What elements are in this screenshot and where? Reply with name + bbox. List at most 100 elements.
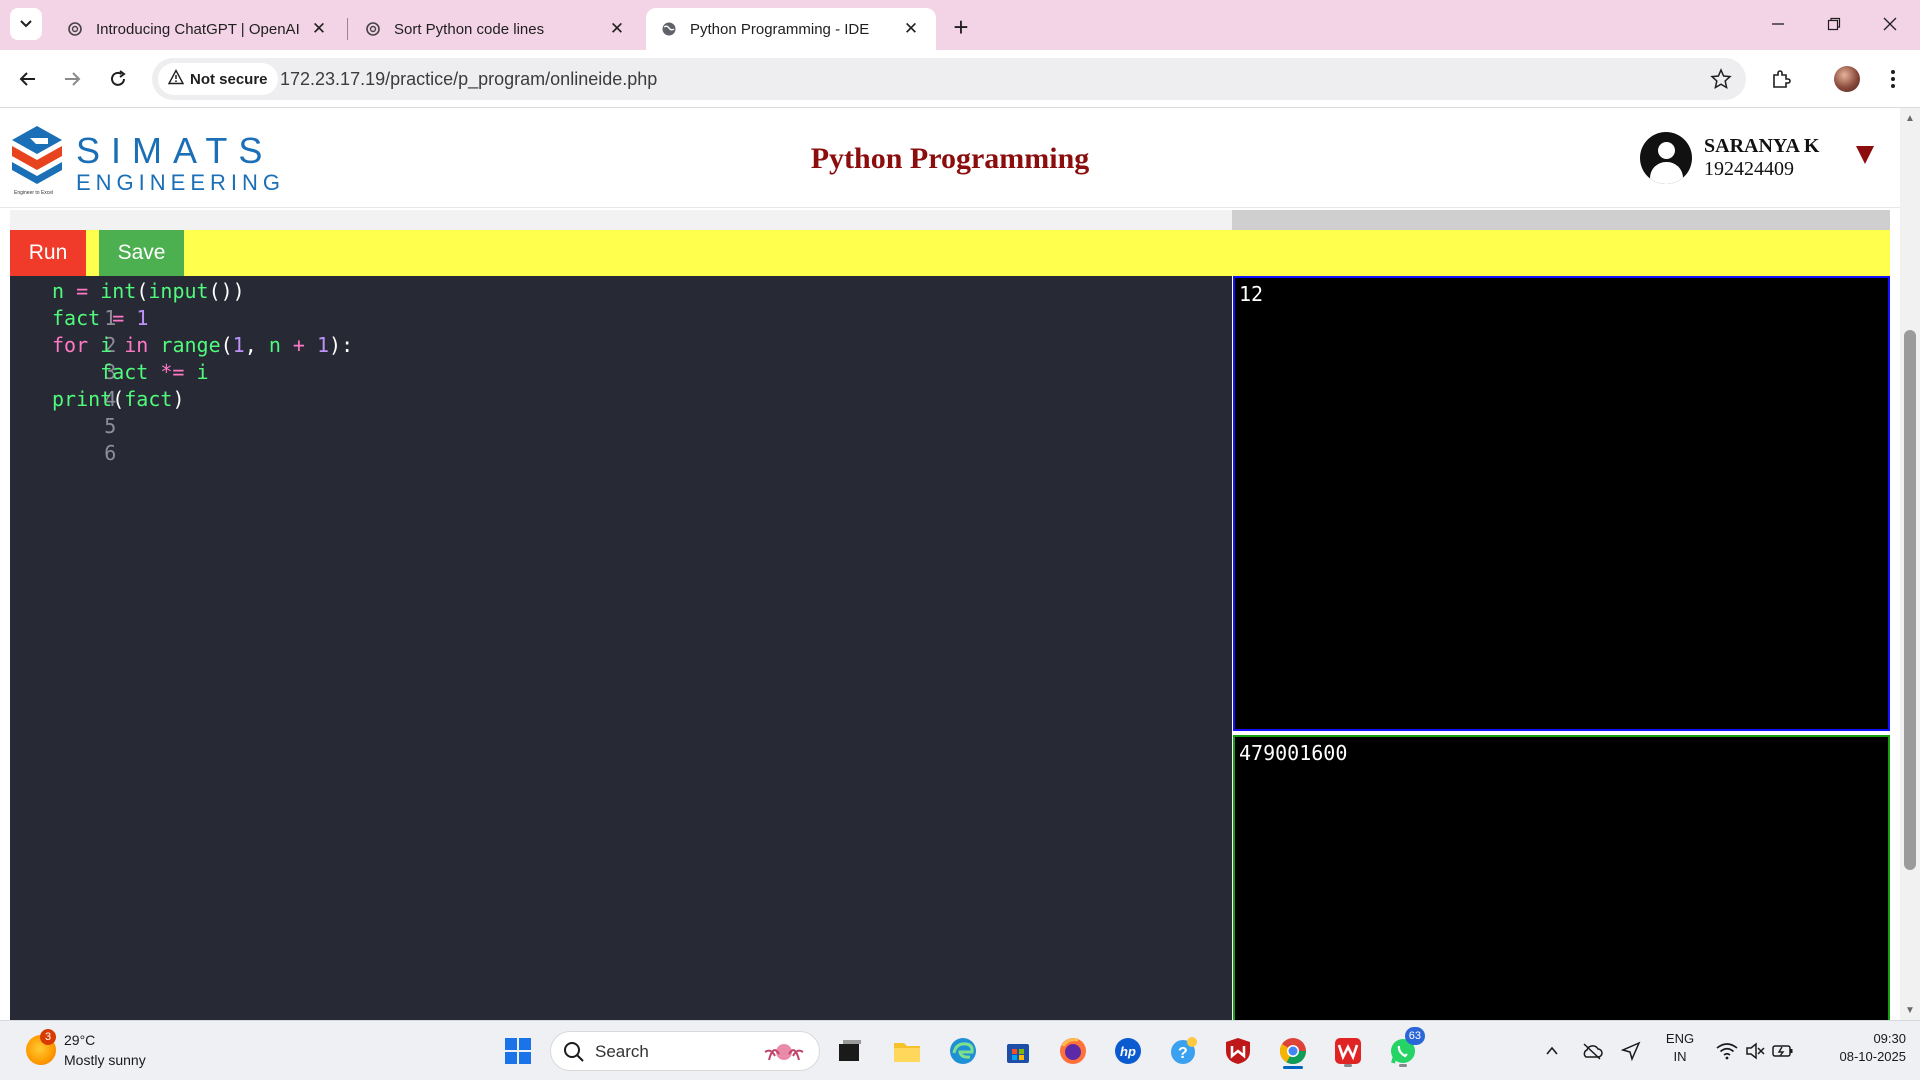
stdout-output-pane[interactable]: 479001600 <box>1233 735 1890 1020</box>
tab-separator <box>347 18 348 40</box>
code-text: for i in range(1, n + 1): <box>52 333 354 357</box>
mcafee-button[interactable] <box>1220 1033 1256 1069</box>
code-line: 3 for i in range(1, n + 1): <box>10 332 353 384</box>
new-tab-button[interactable]: + <box>946 12 976 42</box>
site-header: SIMATS ENGINEERING Engineer to Excel Pyt… <box>0 108 1900 208</box>
onedrive-button[interactable] <box>1577 1033 1607 1069</box>
close-icon[interactable]: ✕ <box>606 18 628 40</box>
user-id: 192424409 <box>1704 158 1794 180</box>
arrow-left-icon <box>19 72 35 86</box>
wps-office-button[interactable] <box>1330 1033 1366 1069</box>
warning-icon <box>167 69 185 89</box>
clock[interactable]: 09:30 08-10-2025 <box>1806 1031 1907 1064</box>
running-app-indicator <box>1344 1064 1352 1067</box>
code-text: n = int(input()) <box>52 279 245 303</box>
tab-python-ide[interactable]: Python Programming - IDE ✕ <box>646 8 936 50</box>
profile-avatar[interactable] <box>1832 64 1862 94</box>
tab-search-button[interactable] <box>10 8 42 40</box>
code-line: 1 n = int(input()) <box>10 278 245 330</box>
show-hidden-icons-button[interactable] <box>1537 1033 1567 1069</box>
firefox-button[interactable] <box>1055 1033 1091 1069</box>
taskbar-search[interactable]: Search <box>550 1031 820 1071</box>
folder-icon <box>894 1043 920 1062</box>
search-highlight-icon <box>764 1044 804 1061</box>
task-view-button[interactable] <box>832 1033 868 1069</box>
file-explorer-button[interactable] <box>889 1033 925 1069</box>
avatar <box>1834 66 1860 92</box>
weather-temperature[interactable]: 29°C <box>64 1032 95 1048</box>
region-code: IN <box>1673 1049 1687 1064</box>
stdin-input-pane[interactable]: 12 <box>1233 276 1890 731</box>
arrow-right-icon <box>65 72 81 86</box>
windows-icon <box>505 1038 531 1064</box>
chrome-button[interactable] <box>1275 1033 1311 1069</box>
code-editor[interactable]: 1 n = int(input()) 2 fact = 1 3 for i in… <box>10 276 1232 1020</box>
help-button[interactable]: ? <box>1166 1033 1202 1069</box>
microsoft-store-button[interactable] <box>1000 1033 1036 1069</box>
scroll-down-icon[interactable]: ▼ <box>1904 1004 1916 1016</box>
wifi-icon <box>1716 1043 1738 1060</box>
volume-button[interactable] <box>1740 1033 1770 1069</box>
security-chip[interactable]: Not secure <box>158 63 278 95</box>
save-button[interactable]: Save <box>99 230 184 276</box>
bookmark-star-icon[interactable] <box>1710 68 1732 90</box>
edge-icon <box>950 1038 976 1064</box>
search-icon <box>564 1042 584 1062</box>
reload-button[interactable] <box>102 63 134 95</box>
editor-top-band <box>10 210 1232 230</box>
restore-button[interactable] <box>1812 8 1856 40</box>
back-button[interactable] <box>12 63 44 95</box>
start-button[interactable] <box>500 1033 536 1069</box>
page-scrollbar[interactable]: ▲ ▼ <box>1900 108 1920 1020</box>
close-window-button[interactable] <box>1868 8 1912 40</box>
close-icon[interactable]: ✕ <box>308 18 330 40</box>
extensions-button[interactable] <box>1766 64 1796 94</box>
user-name: SARANYA K <box>1704 135 1820 157</box>
browser-toolbar: Not secure 172.23.17.19/practice/p_progr… <box>0 50 1920 108</box>
navigation-arrow-icon <box>1621 1041 1641 1061</box>
hp-button[interactable]: hp <box>1110 1033 1146 1069</box>
network-button[interactable] <box>1712 1033 1742 1069</box>
tab-chatgpt[interactable]: Introducing ChatGPT | OpenAI ✕ <box>52 8 344 50</box>
chevron-up-icon <box>1546 1046 1558 1055</box>
more-vertical-icon <box>1891 70 1895 88</box>
user-body-shape <box>1650 162 1683 184</box>
svg-text:hp: hp <box>1120 1044 1136 1059</box>
weather-description[interactable]: Mostly sunny <box>64 1052 146 1068</box>
clock-date: 08-10-2025 <box>1839 1049 1907 1064</box>
forward-button[interactable] <box>56 63 88 95</box>
page-title: Python Programming <box>810 142 1090 175</box>
stdout-text: 479001600 <box>1239 741 1348 765</box>
tab-title: Python Programming - IDE <box>690 20 870 38</box>
browser-menu-button[interactable] <box>1878 64 1908 94</box>
puzzle-icon <box>1773 70 1791 88</box>
mcafee-shield-icon <box>1226 1038 1250 1064</box>
scrollbar-thumb[interactable] <box>1904 330 1916 870</box>
cloud-offline-icon <box>1583 1043 1603 1060</box>
user-menu-caret-icon[interactable] <box>1856 146 1874 164</box>
minimize-button[interactable] <box>1756 8 1800 40</box>
hp-icon: hp <box>1115 1038 1141 1064</box>
chevron-down-icon <box>20 20 32 28</box>
svg-text:?: ? <box>1178 1045 1188 1062</box>
run-button[interactable]: Run <box>10 230 86 276</box>
tab-sort-python[interactable]: Sort Python code lines ✕ <box>350 8 642 50</box>
tab-title: Introducing ChatGPT | OpenAI <box>96 20 300 38</box>
url-text[interactable]: 172.23.17.19/practice/p_program/onlineid… <box>280 69 657 90</box>
user-account-icon[interactable] <box>1640 132 1692 184</box>
location-button[interactable] <box>1616 1033 1646 1069</box>
whatsapp-button[interactable]: 63 <box>1385 1027 1425 1069</box>
security-label: Not secure <box>190 70 268 88</box>
task-view-icon <box>839 1040 861 1061</box>
close-icon[interactable]: ✕ <box>900 18 922 40</box>
logo-tagline: Engineer to Excel <box>14 190 54 196</box>
scroll-up-icon[interactable]: ▲ <box>1904 112 1916 124</box>
code-line: 5 print(fact) <box>10 386 184 438</box>
tab-title: Sort Python code lines <box>394 20 545 38</box>
battery-button[interactable] <box>1768 1033 1798 1069</box>
globe-icon <box>660 20 678 38</box>
address-bar[interactable]: Not secure 172.23.17.19/practice/p_progr… <box>152 58 1746 100</box>
edge-button[interactable] <box>945 1033 981 1069</box>
language-indicator[interactable]: ENG IN <box>1660 1031 1700 1064</box>
code-text: fact = 1 <box>52 306 149 330</box>
